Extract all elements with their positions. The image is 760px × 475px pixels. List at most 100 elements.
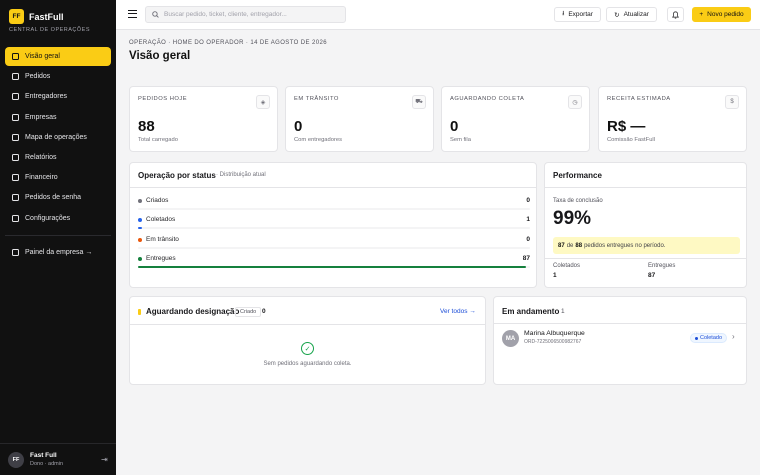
map-icon: [12, 133, 19, 141]
user-profile: FF Fast Full Dono · admin ⇥: [0, 443, 116, 475]
check-circle-icon: ✓: [301, 342, 314, 355]
box-icon: [12, 73, 19, 81]
status-dot: [138, 257, 142, 261]
logout-icon[interactable]: ⇥: [101, 455, 108, 464]
delivered-count: 87: [558, 242, 565, 249]
kpi-value: 88: [138, 118, 155, 135]
sidebar-item-operations-map[interactable]: Mapa de operações: [5, 128, 111, 147]
delivered-summary-text: pedidos entregues no período.: [584, 242, 666, 249]
topbar: ⭳ Exportar ↻ Atualizar + Novo pedido: [116, 0, 760, 30]
status-count: 87: [522, 255, 530, 262]
status-card: Operação por status · Distribuição atual…: [129, 162, 537, 288]
brand[interactable]: FF FastFull: [9, 9, 64, 24]
see-all-link[interactable]: Ver todos →: [440, 308, 476, 315]
delivered-summary: 87 de 88 pedidos entregues no período.: [553, 237, 740, 254]
refresh-button[interactable]: ↻ Atualizar: [606, 7, 657, 22]
status-dot: [695, 336, 698, 340]
kpi-value: 0: [450, 118, 459, 135]
refresh-button-label: Atualizar: [623, 11, 649, 18]
sidebar-item-companies[interactable]: Empresas: [5, 108, 111, 127]
status-bar-fill: [138, 227, 143, 229]
sidebar-item-settings[interactable]: Configurações: [5, 209, 111, 228]
grid-icon: [12, 53, 19, 60]
sidebar-item-couriers[interactable]: Entregadores: [5, 87, 111, 106]
status-tag: Criado: [235, 307, 262, 317]
sidebar: FF FastFull CENTRAL DE OPERAÇÕES Visão g…: [0, 0, 116, 475]
bell-icon: [672, 10, 679, 18]
kpi-label: EM TRÂNSITO: [294, 96, 339, 102]
status-count: 0: [526, 197, 530, 204]
search-input[interactable]: [164, 11, 334, 18]
sidebar-divider: [5, 234, 111, 236]
sidebar-item-label: Entregadores: [25, 93, 68, 101]
external-icon: [12, 248, 19, 256]
status-label: Coletados: [146, 216, 176, 223]
download-icon: ⭳: [562, 10, 565, 17]
export-button[interactable]: ⭳ Exportar: [554, 7, 601, 22]
brand-logo: FF: [9, 9, 24, 24]
status-bar-track: [138, 227, 530, 229]
total-count: 88: [575, 242, 583, 249]
status-count: 0: [526, 236, 530, 243]
refresh-icon: ↻: [614, 11, 620, 19]
sidebar-item-finance[interactable]: Financeiro: [5, 168, 111, 187]
sidebar-item-label: Financeiro: [25, 174, 58, 182]
status-card-subtitle: · Distribuição atual: [216, 172, 266, 178]
sidebar-item-reports[interactable]: Relatórios: [5, 148, 111, 167]
kpi-value: 0: [294, 118, 303, 135]
building-icon: [12, 113, 19, 121]
status-dot: [138, 238, 142, 242]
in-progress-title: Em andamento: [502, 307, 560, 316]
sidebar-item-label: Visão geral: [25, 53, 60, 60]
order-id: ORD-7225006500982767: [524, 339, 582, 345]
plus-icon: +: [699, 11, 704, 18]
new-order-button[interactable]: + Novo pedido: [692, 7, 751, 22]
status-row-delivered: Entregues 87: [138, 254, 530, 268]
avatar[interactable]: FF: [8, 452, 24, 468]
package-icon: ◈: [256, 95, 270, 109]
status-row-in-transit: Em trânsito 0: [138, 235, 530, 249]
awaiting-assignment-card: Aguardando designação Criado 0 Ver todos…: [129, 296, 486, 385]
courier-name: Marina Albuquerque: [524, 330, 585, 337]
sidebar-item-label: Painel da empresa →: [25, 248, 93, 256]
status-bar-track: [138, 208, 530, 210]
performance-card-title: Performance: [553, 171, 602, 180]
sidebar-item-label: Configurações: [25, 214, 71, 222]
kpi-subtext: Comissão FastFull: [607, 137, 655, 143]
kpi-card-awaiting-pickup: AGUARDANDO COLETA ◷ 0 Sem fila: [441, 86, 590, 152]
sidebar-item-label: Empresas: [25, 113, 57, 121]
clock-icon: ◷: [568, 95, 582, 109]
in-progress-card: Em andamento 1 MA Marina Albuquerque ORD…: [493, 296, 747, 385]
menu-icon[interactable]: [128, 10, 137, 18]
sidebar-item-label: Mapa de operações: [25, 133, 87, 141]
kpi-card-estimated-revenue: RECEITA ESTIMADA $ R$ — Comissão FastFul…: [598, 86, 747, 152]
performance-card: Performance Taxa de conclusão 99% 87 de …: [544, 162, 747, 288]
kpi-subtext: Com entregadores: [294, 137, 343, 143]
breadcrumb: OPERAÇÃO · HOME DO OPERADOR · 14 DE AGOS…: [129, 40, 327, 46]
awaiting-assignment-title: Aguardando designação: [146, 307, 240, 316]
status-dot: [138, 199, 142, 203]
notifications-button[interactable]: [667, 7, 684, 22]
truck-icon: ⛟: [412, 95, 426, 109]
search-bar[interactable]: [145, 6, 346, 23]
brand-subtitle: CENTRAL DE OPERAÇÕES: [9, 27, 91, 33]
dollar-icon: $: [725, 95, 739, 109]
wallet-icon: [12, 174, 19, 182]
sidebar-item-label: Pedidos: [25, 73, 51, 81]
sidebar-nav: Visão geral Pedidos Entregadores Empresa…: [5, 47, 111, 263]
status-row-created: Criados 0: [138, 196, 530, 210]
sidebar-item-company-panel[interactable]: Painel da empresa →: [5, 243, 111, 262]
sidebar-item-password-requests[interactable]: Pedidos de senha: [5, 188, 111, 207]
kpi-card-orders-today: PEDIDOS HOJE ◈ 88 Total carregado: [129, 86, 278, 152]
export-button-label: Exportar: [568, 11, 593, 18]
chart-icon: [12, 153, 19, 161]
user-name: Fast Full: [30, 452, 57, 459]
sidebar-item-overview[interactable]: Visão geral: [5, 47, 111, 66]
delivered-value: 87: [648, 272, 656, 279]
chevron-right-icon[interactable]: ›: [732, 332, 735, 341]
empty-state-text: Sem pedidos aguardando coleta.: [263, 361, 352, 367]
status-bar-fill: [138, 266, 526, 268]
sidebar-item-label: Relatórios: [25, 153, 57, 161]
sidebar-item-orders[interactable]: Pedidos: [5, 67, 111, 86]
in-progress-count: 1: [561, 308, 565, 315]
